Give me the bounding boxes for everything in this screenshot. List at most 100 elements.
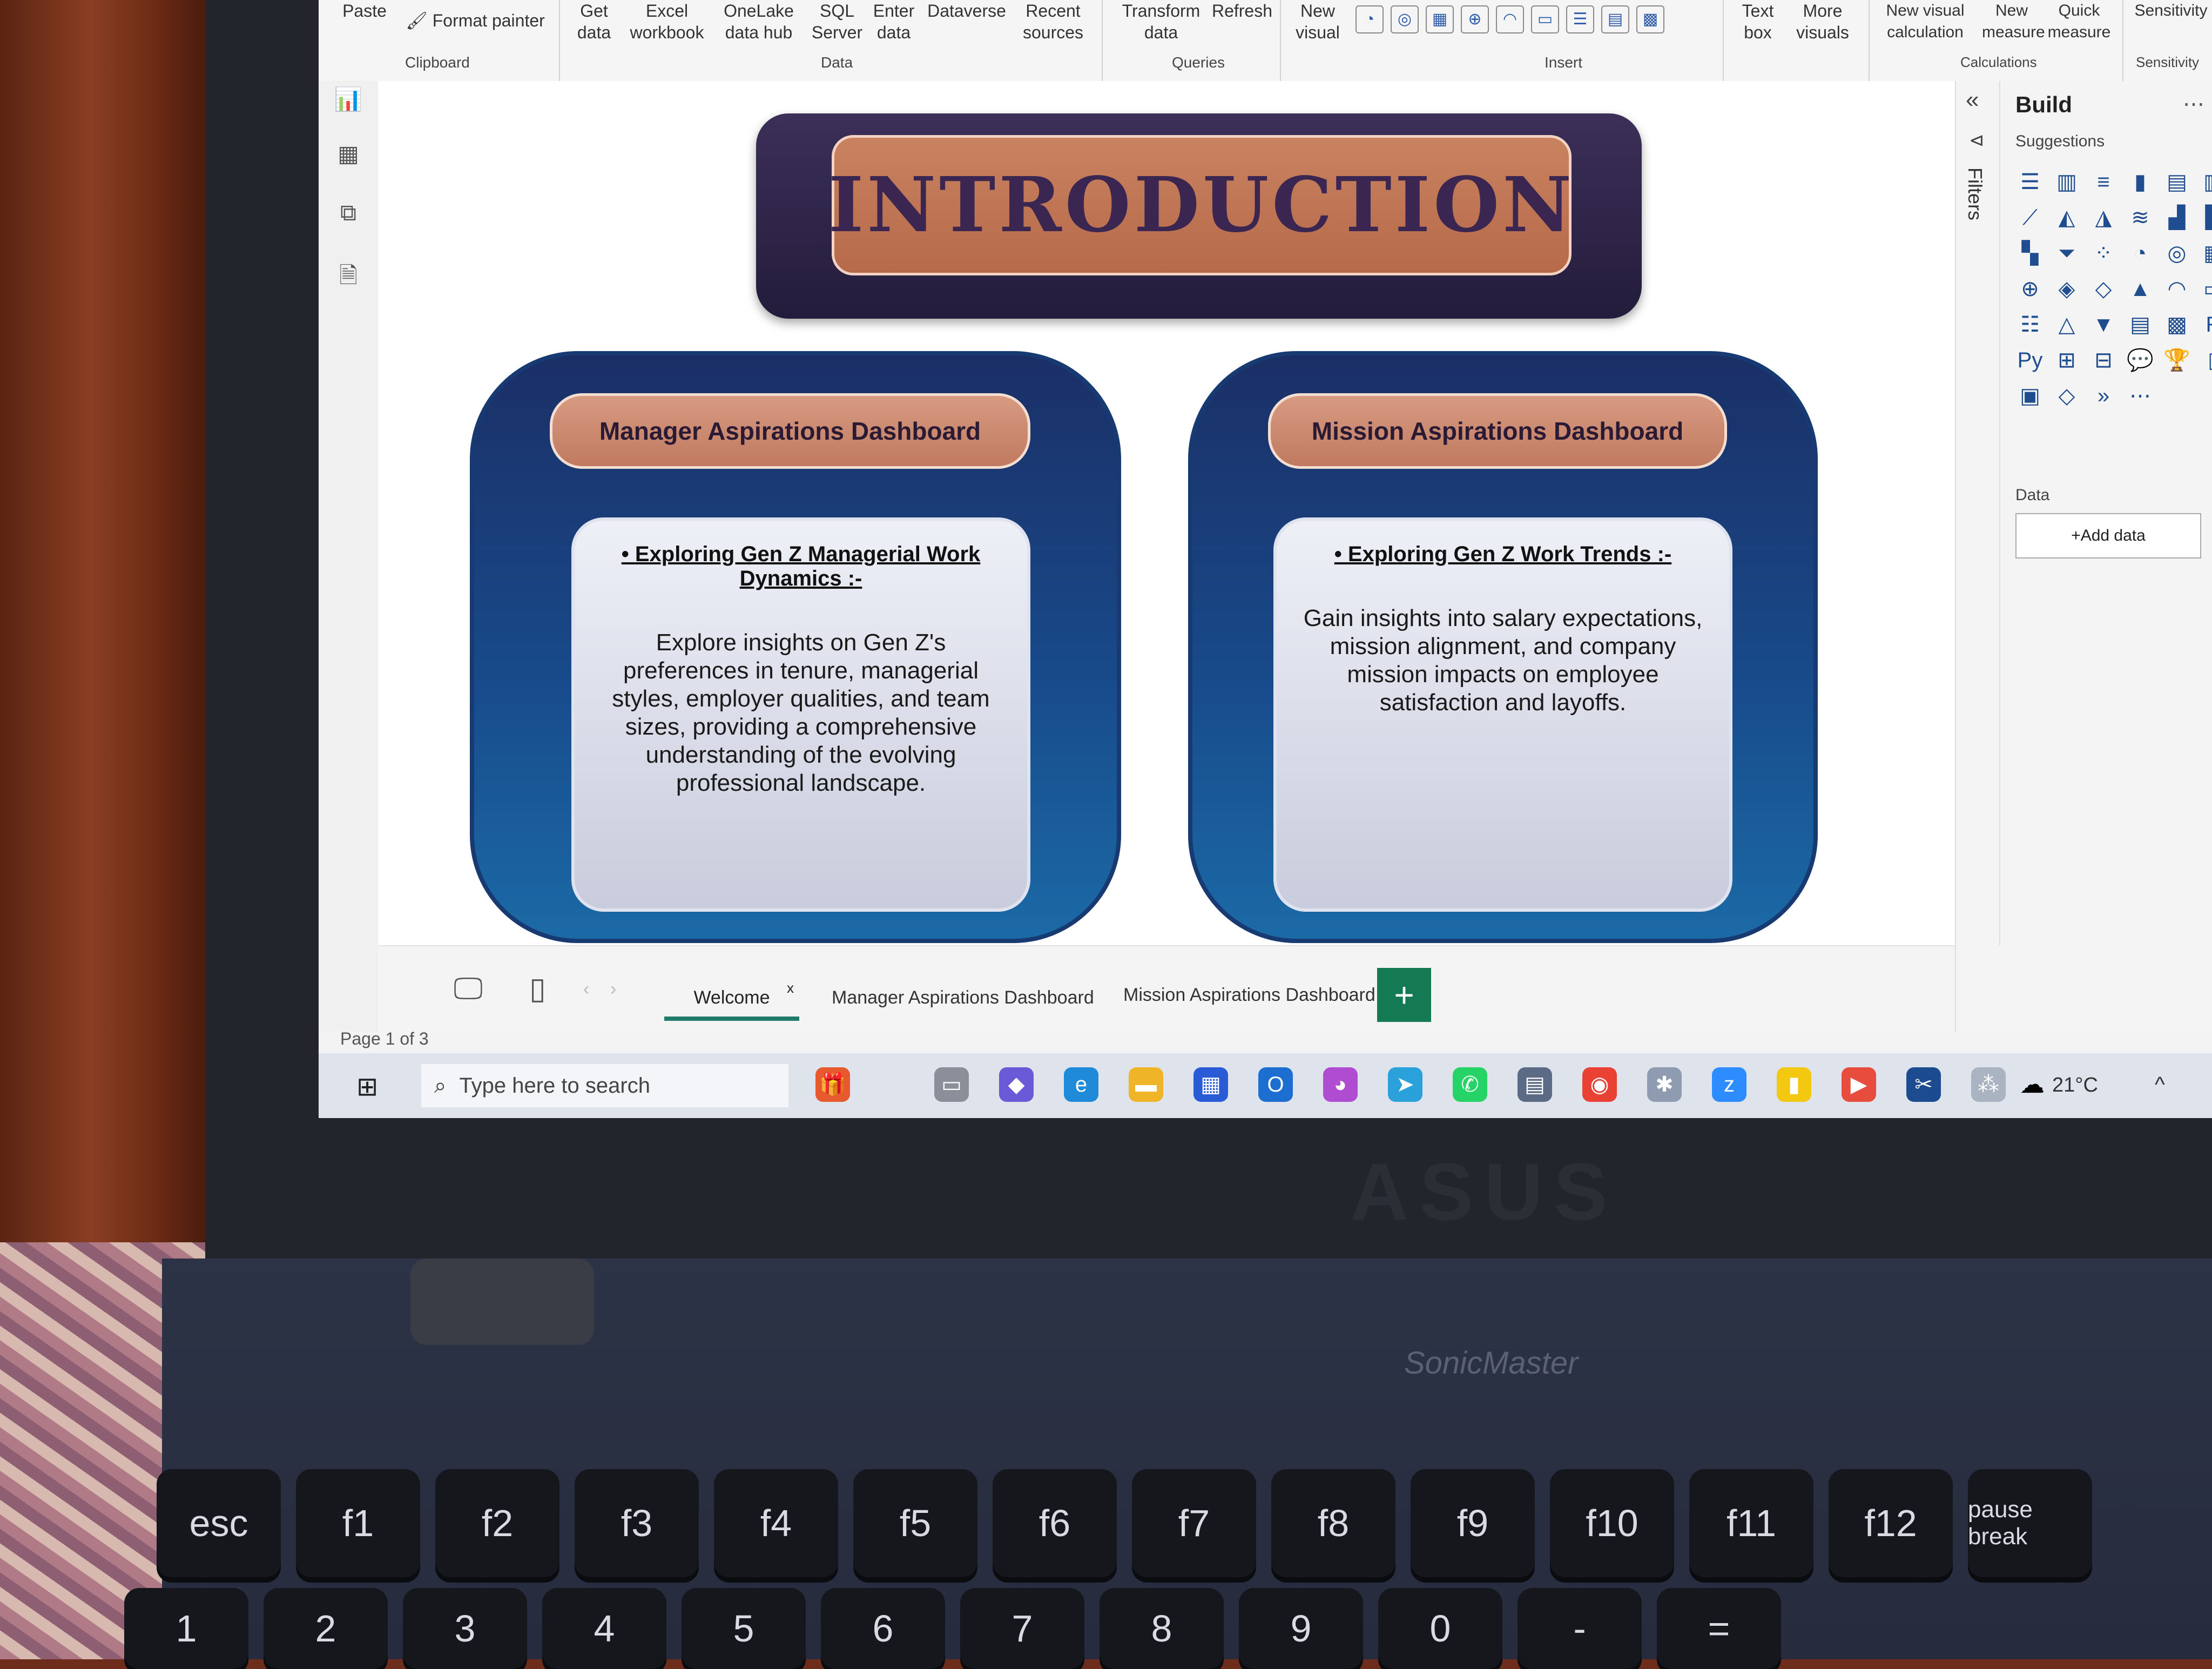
area-chart-icon[interactable]: ◭ — [2052, 203, 2081, 232]
trophy-icon[interactable]: 🏆 — [2162, 346, 2191, 375]
tab-manager-aspirations[interactable]: Manager Aspirations Dashboard — [832, 979, 1094, 1017]
donut-chart-icon[interactable]: ◎ — [1391, 5, 1419, 33]
ribbon-chart-icon[interactable]: ≋ — [2126, 203, 2155, 232]
key-f3[interactable]: f3 — [575, 1469, 699, 1577]
azure-map-icon[interactable]: ▲ — [2126, 274, 2155, 304]
key-=[interactable]: = — [1657, 1588, 1781, 1669]
snipping-tool-icon[interactable]: ✂ — [1906, 1067, 1941, 1102]
gift-icon[interactable]: 🎁 — [815, 1067, 850, 1102]
enter-data-button[interactable]: Enter data — [869, 0, 918, 43]
mobile-layout-icon[interactable]: ▯ — [529, 971, 546, 1006]
refresh-button[interactable]: Refresh — [1210, 0, 1274, 22]
dataverse-button[interactable]: Dataverse — [923, 0, 1010, 22]
python-visual-icon[interactable]: Py — [2015, 346, 2045, 375]
key-f9[interactable]: f9 — [1411, 1469, 1535, 1577]
more-options-icon[interactable]: ⋯ — [2183, 92, 2204, 117]
whatsapp-icon[interactable]: ✆ — [1453, 1067, 1487, 1102]
table-icon[interactable]: ▤ — [1601, 5, 1629, 33]
table-icon[interactable]: ▤ — [2126, 310, 2155, 339]
waterfall-chart-icon[interactable]: ▟ — [2162, 203, 2191, 232]
tab-mission-aspirations[interactable]: Mission Aspirations Dashboard — [1123, 976, 1375, 1014]
onelake-button[interactable]: OneLake data hub — [713, 0, 805, 43]
key-f12[interactable]: f12 — [1829, 1469, 1953, 1577]
copilot-icon[interactable]: ◆ — [999, 1067, 1034, 1102]
manager-dashboard-title[interactable]: Manager Aspirations Dashboard — [550, 393, 1030, 469]
key-f8[interactable]: f8 — [1271, 1469, 1395, 1577]
paste-button[interactable]: Paste — [340, 0, 389, 22]
desktop-layout-icon[interactable]: 🖵 — [454, 971, 483, 1007]
treemap-icon[interactable]: ▦ — [1426, 5, 1454, 33]
paginated-report-icon[interactable]: ▯ — [2199, 346, 2212, 375]
add-data-button[interactable]: +Add data — [2015, 513, 2201, 558]
teams-icon[interactable]: ◕ — [1323, 1067, 1358, 1102]
multirow-card-icon[interactable]: ☷ — [2015, 310, 2045, 339]
key-1[interactable]: 1 — [124, 1588, 248, 1669]
weather-icon[interactable]: ☁ — [2020, 1069, 2045, 1099]
taskbar-search[interactable]: ⌕ Type here to search — [421, 1064, 788, 1107]
close-tab-icon[interactable]: x — [787, 969, 794, 1007]
key-9[interactable]: 9 — [1239, 1588, 1363, 1669]
key-f2[interactable]: f2 — [435, 1469, 559, 1577]
power-automate-icon[interactable]: » — [2089, 381, 2118, 410]
key-f10[interactable]: f10 — [1550, 1469, 1674, 1577]
sensitivity-button[interactable]: Sensitivity — [2133, 0, 2209, 22]
key-5[interactable]: 5 — [682, 1588, 806, 1669]
power-bi-icon[interactable]: ▮ — [1777, 1067, 1811, 1102]
outlook-icon[interactable]: O — [1258, 1067, 1293, 1102]
app-grid-icon[interactable]: ⁂ — [1971, 1067, 2006, 1102]
transform-data-button[interactable]: Transform data — [1118, 0, 1204, 43]
mission-dashboard-title[interactable]: Mission Aspirations Dashboard — [1268, 393, 1727, 469]
decomposition-tree-icon[interactable]: ⊟ — [2089, 346, 2118, 375]
model-view-icon[interactable]: ⧉ — [334, 200, 363, 229]
key-3[interactable]: 3 — [403, 1588, 527, 1669]
store-icon[interactable]: ▦ — [1193, 1067, 1228, 1102]
power-apps-icon[interactable]: ◇ — [2052, 381, 2081, 410]
calculator-icon[interactable]: ▤ — [1518, 1067, 1552, 1102]
filters-pane[interactable]: « ⊲ Filters — [1956, 81, 2000, 945]
excel-workbook-button[interactable]: Excel workbook — [626, 0, 707, 43]
scatter-chart-icon[interactable]: ⁘ — [2089, 239, 2118, 268]
collapse-chevron-icon[interactable]: « — [1966, 86, 1979, 113]
key-4[interactable]: 4 — [542, 1588, 666, 1669]
line-chart-icon[interactable]: ⟋ — [2015, 203, 2045, 232]
stacked-bar-chart-icon[interactable]: ☰ — [2015, 167, 2045, 197]
key-pause-break[interactable]: pause break — [1968, 1469, 2092, 1577]
chrome-icon[interactable]: ◉ — [1582, 1067, 1617, 1102]
telegram-icon[interactable]: ➤ — [1388, 1067, 1422, 1102]
stacked-area-chart-icon[interactable]: ◮ — [2089, 203, 2118, 232]
key-2[interactable]: 2 — [264, 1588, 388, 1669]
pie-chart-icon[interactable]: ◔ — [2126, 239, 2155, 268]
card-icon[interactable]: ▭ — [1531, 5, 1559, 33]
key-f4[interactable]: f4 — [714, 1469, 838, 1577]
table-view-icon[interactable]: ▦ — [334, 140, 363, 170]
matrix-icon[interactable]: ▩ — [1636, 5, 1664, 33]
key-f7[interactable]: f7 — [1132, 1469, 1256, 1577]
100-bar-chart-icon[interactable]: ▤ — [2162, 167, 2191, 197]
report-view-icon[interactable]: 📊 — [334, 86, 363, 116]
smart-narrative-icon[interactable]: ▣ — [2015, 381, 2045, 410]
clustered-column-chart-icon[interactable]: ▮ — [2126, 167, 2155, 197]
sql-server-button[interactable]: SQL Server — [810, 0, 864, 43]
kpi-icon[interactable]: △ — [2052, 310, 2081, 339]
pie-chart-icon[interactable]: ◔ — [1355, 5, 1384, 33]
combo-chart-icon[interactable]: ▚ — [2015, 239, 2045, 268]
treemap-icon[interactable]: ▦ — [2199, 239, 2212, 268]
get-data-button[interactable]: Get data — [572, 0, 616, 43]
r-visual-icon[interactable]: R — [2199, 310, 2212, 339]
key-f6[interactable]: f6 — [993, 1469, 1117, 1577]
quick-measure-button[interactable]: Quick measure — [2047, 0, 2112, 43]
slicer-icon[interactable]: ▼ — [2089, 310, 2118, 339]
gauge-icon[interactable]: ◠ — [1496, 5, 1524, 33]
stacked-column-chart-icon[interactable]: ▥ — [2052, 167, 2081, 197]
qa-icon[interactable]: 💬 — [2126, 346, 2155, 375]
format-painter-button[interactable]: 🖌 Format painter — [400, 10, 551, 31]
clustered-bar-chart-icon[interactable]: ≡ — [2089, 167, 2118, 197]
key-8[interactable]: 8 — [1100, 1588, 1224, 1669]
line-column-chart-icon[interactable]: ▙ — [2199, 203, 2212, 232]
key-6[interactable]: 6 — [821, 1588, 945, 1669]
file-explorer-icon[interactable]: ▬ — [1129, 1067, 1163, 1102]
matrix-icon[interactable]: ▩ — [2162, 310, 2191, 339]
key-f5[interactable]: f5 — [853, 1469, 977, 1577]
previous-page-icon[interactable]: ‹ — [583, 979, 589, 1000]
key-f1[interactable]: f1 — [296, 1469, 420, 1577]
